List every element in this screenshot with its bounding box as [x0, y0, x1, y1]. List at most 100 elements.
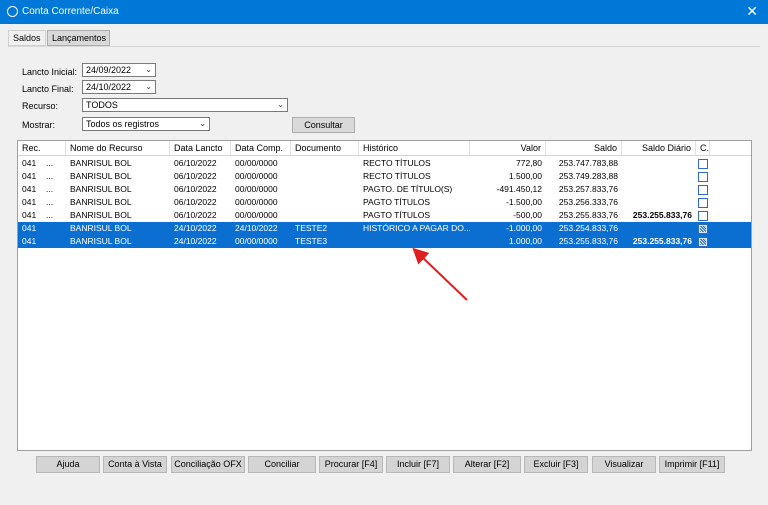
cell-saldo: 253.747.783,88	[558, 158, 618, 168]
cell-data-lancto: 24/10/2022	[174, 223, 217, 233]
cell-documento	[291, 157, 359, 170]
close-icon[interactable]: ✕	[746, 3, 758, 19]
cell-saldo-diario	[622, 222, 696, 235]
cell-data-comp: 00/00/0000	[235, 158, 278, 168]
conciliado-checkbox[interactable]	[698, 185, 708, 195]
recurso-select[interactable]: TODOS ⌄	[82, 98, 288, 112]
cell-documento	[291, 196, 359, 209]
conciliado-checkbox[interactable]	[698, 172, 708, 182]
cell-documento	[291, 170, 359, 183]
cell-historico: PAGTO TÍTULOS	[363, 210, 431, 220]
table-row[interactable]: 041... BANRISUL BOL 06/10/2022 00/00/0000 RE…	[18, 170, 751, 183]
conciliado-checkbox[interactable]	[698, 198, 708, 208]
table-row[interactable]: 041... BANRISUL BOL 06/10/2022 00/00/0000 PA…	[18, 196, 751, 209]
mostrar-value: Todos os registros	[86, 119, 160, 129]
cell-data-lancto: 06/10/2022	[174, 158, 217, 168]
cell-valor: 1.000,00	[508, 236, 542, 246]
col-saldo[interactable]: Saldo	[546, 141, 622, 156]
footer-button-concilia-o-ofx[interactable]: Conciliação OFX	[171, 456, 245, 473]
table-row[interactable]: 041 BANRISUL BOL 24/10/2022 24/10/2022 TESTE…	[18, 222, 751, 235]
cell-saldo-diario	[622, 170, 696, 183]
footer-button-ajuda[interactable]: Ajuda	[36, 456, 100, 473]
table-row[interactable]: 041 BANRISUL BOL 24/10/2022 00/00/0000 TESTE…	[18, 235, 751, 248]
cell-data-comp: 24/10/2022	[235, 223, 278, 233]
cell-valor: -1.000,00	[506, 223, 542, 233]
cell-valor: 1.500,00	[508, 171, 542, 181]
col-data-lancto[interactable]: Data Lancto	[170, 141, 231, 156]
table-row[interactable]: 041... BANRISUL BOL 06/10/2022 00/00/0000 PA…	[18, 209, 751, 222]
mostrar-select[interactable]: Todos os registros ⌄	[82, 117, 210, 131]
lancto-inicial-value: 24/09/2022	[86, 65, 132, 75]
cell-saldo-diario: 253.255.833,76	[632, 210, 692, 220]
footer-button-imprimir-f11[interactable]: Imprimir [F11]	[659, 456, 725, 473]
cell-data-lancto: 24/10/2022	[174, 236, 217, 246]
chevron-down-icon: ⌄	[199, 119, 206, 128]
tab-saldos[interactable]: Saldos	[8, 30, 46, 46]
footer-button-excluir-f3[interactable]: Excluir [F3]	[524, 456, 588, 473]
main-window: Conta Corrente/Caixa ✕ Saldos Lançamento…	[0, 0, 768, 505]
cell-historico: PAGTO. DE TÍTULO(S)	[363, 184, 453, 194]
cell-nome-recurso: BANRISUL BOL	[70, 158, 132, 168]
recurso-label: Recurso:	[22, 101, 59, 111]
cell-saldo-diario	[622, 196, 696, 209]
cell-data-comp: 00/00/0000	[235, 210, 278, 220]
conciliado-checkbox[interactable]	[698, 237, 708, 247]
col-documento[interactable]: Documento	[291, 141, 359, 156]
cell-rec-ellipsis	[42, 222, 64, 235]
col-saldo-diario[interactable]: Saldo Diário	[622, 141, 696, 156]
col-data-comp[interactable]: Data Comp.	[231, 141, 291, 156]
footer-button-visualizar[interactable]: Visualizar	[592, 456, 656, 473]
mostrar-label: Mostrar:	[22, 120, 56, 130]
cell-nome-recurso: BANRISUL BOL	[70, 171, 132, 181]
conciliado-checkbox[interactable]	[698, 159, 708, 169]
conciliado-checkbox[interactable]	[698, 224, 708, 234]
footer-button-conta-vista[interactable]: Conta à Vista	[103, 456, 167, 473]
cell-saldo: 253.255.833,76	[558, 236, 618, 246]
cell-rec-ellipsis: ...	[46, 158, 54, 168]
cell-valor: 772,80	[516, 158, 542, 168]
cell-historico: HISTÓRICO A PAGAR DO...	[363, 223, 470, 233]
col-nome-recurso[interactable]: Nome do Recurso	[66, 141, 170, 156]
cell-saldo: 253.254.833,76	[558, 223, 618, 233]
cell-historico: RECTO TÍTULOS	[363, 158, 431, 168]
consultar-button[interactable]: Consultar	[292, 117, 355, 133]
cell-data-lancto: 06/10/2022	[174, 171, 217, 181]
lancto-final-field[interactable]: 24/10/2022 ⌄	[82, 80, 156, 94]
footer-button-alterar-f2[interactable]: Alterar [F2]	[453, 456, 521, 473]
cell-documento	[291, 183, 359, 196]
cell-nome-recurso: BANRISUL BOL	[70, 184, 132, 194]
cell-rec-ellipsis: ...	[46, 197, 54, 207]
col-c[interactable]: C.	[696, 141, 710, 156]
cell-saldo: 253.256.333,76	[558, 197, 618, 207]
lancto-inicial-field[interactable]: 24/09/2022 ⌄	[82, 63, 156, 77]
cell-data-comp: 00/00/0000	[235, 236, 278, 246]
title-bar: Conta Corrente/Caixa ✕	[0, 0, 768, 24]
lancto-final-value: 24/10/2022	[86, 82, 132, 92]
cell-saldo-diario: 253.255.833,76	[632, 236, 692, 246]
cell-saldo-diario	[622, 183, 696, 196]
cell-historico: RECTO TÍTULOS	[363, 171, 431, 181]
grid-header: Rec. Nome do Recurso Data Lancto Data Co…	[18, 141, 751, 156]
table-row[interactable]: 041... BANRISUL BOL 06/10/2022 00/00/0000 PA…	[18, 183, 751, 196]
cell-data-lancto: 06/10/2022	[174, 197, 217, 207]
footer-button-incluir-f7[interactable]: Incluir [F7]	[386, 456, 450, 473]
cell-saldo: 253.255.833,76	[558, 210, 618, 220]
lancto-final-label: Lancto Final:	[22, 84, 74, 94]
cell-data-comp: 00/00/0000	[235, 171, 278, 181]
table-row[interactable]: 041... BANRISUL BOL 06/10/2022 00/00/0000 RE…	[18, 157, 751, 170]
cell-nome-recurso: BANRISUL BOL	[70, 210, 132, 220]
cell-rec-ellipsis: ...	[46, 210, 54, 220]
cell-documento: TESTE3	[295, 236, 328, 246]
cell-data-lancto: 06/10/2022	[174, 210, 217, 220]
col-valor[interactable]: Valor	[470, 141, 546, 156]
conciliado-checkbox[interactable]	[698, 211, 708, 221]
cell-valor: -1.500,00	[506, 197, 542, 207]
cell-data-comp: 00/00/0000	[235, 197, 278, 207]
cell-documento: TESTE2	[295, 223, 328, 233]
footer-button-conciliar[interactable]: Conciliar	[248, 456, 316, 473]
tab-lancamentos[interactable]: Lançamentos	[47, 30, 110, 46]
footer-button-procurar-f4[interactable]: Procurar [F4]	[319, 456, 383, 473]
col-historico[interactable]: Histórico	[359, 141, 470, 156]
app-icon	[7, 6, 18, 17]
col-rec[interactable]: Rec.	[18, 141, 66, 156]
